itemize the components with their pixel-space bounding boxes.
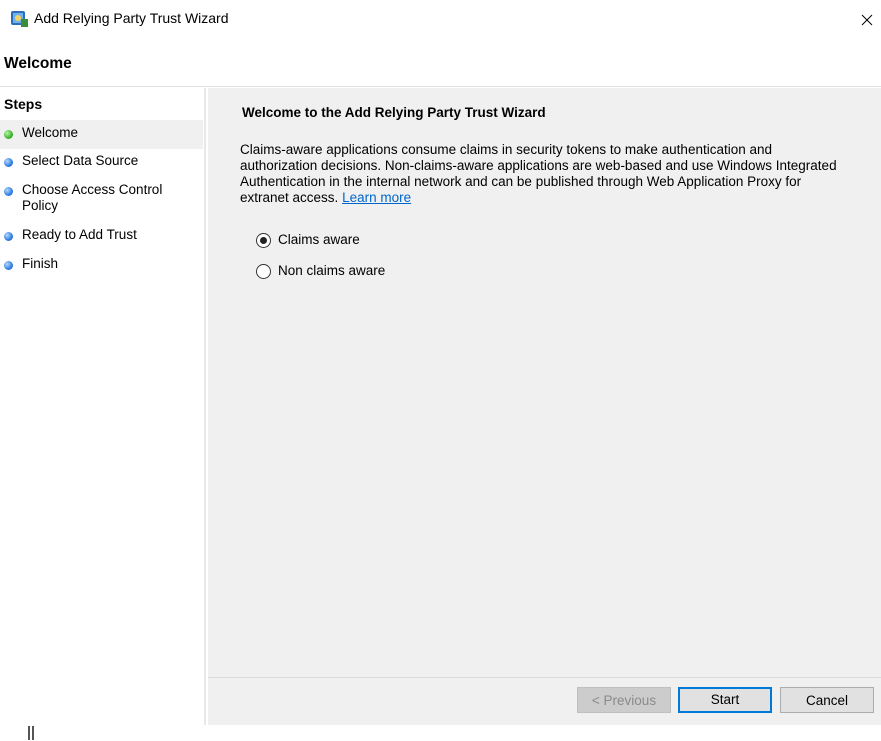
description-text: Claims-aware applications consume claims…	[240, 142, 837, 205]
window-title: Add Relying Party Trust Wizard	[34, 10, 229, 26]
resize-grip-icon	[28, 726, 30, 740]
close-button[interactable]	[853, 4, 881, 32]
title-bar: Add Relying Party Trust Wizard	[0, 0, 881, 36]
relying-party-trust-icon	[9, 8, 29, 28]
steps-title: Steps	[4, 96, 43, 112]
blue-dot-icon	[4, 158, 13, 167]
content-description: Claims-aware applications consume claims…	[240, 142, 840, 206]
green-dot-icon	[4, 130, 13, 139]
radio-unselected-icon	[256, 264, 271, 279]
radio-selected-icon	[256, 233, 271, 248]
non-claims-aware-radio[interactable]: Non claims aware	[256, 263, 406, 281]
wizard-footer: < Previous Start Cancel	[208, 677, 881, 726]
step-label: Ready to Add Trust	[22, 227, 137, 242]
step-label: Choose Access Control Policy	[22, 182, 163, 213]
radio-label: Claims aware	[278, 232, 360, 247]
content-pane: Welcome to the Add Relying Party Trust W…	[208, 88, 881, 677]
radio-label: Non claims aware	[278, 263, 386, 278]
step-welcome[interactable]: Welcome	[0, 120, 203, 149]
content-title: Welcome to the Add Relying Party Trust W…	[242, 105, 546, 120]
step-label: Finish	[22, 256, 59, 271]
bottom-strip	[0, 725, 881, 741]
blue-dot-icon	[4, 187, 13, 196]
step-label: Welcome	[22, 125, 79, 140]
learn-more-link[interactable]: Learn more	[342, 190, 411, 205]
claims-aware-radio[interactable]: Claims aware	[256, 232, 386, 250]
step-choose-access-control-policy[interactable]: Choose Access Control Policy	[0, 181, 203, 217]
step-finish[interactable]: Finish	[0, 255, 203, 279]
blue-dot-icon	[4, 261, 13, 270]
start-button[interactable]: Start	[678, 687, 772, 713]
resize-grip-icon	[32, 726, 34, 740]
blue-dot-icon	[4, 232, 13, 241]
step-label: Select Data Source	[22, 153, 139, 168]
step-select-data-source[interactable]: Select Data Source	[0, 152, 203, 176]
previous-button[interactable]: < Previous	[577, 687, 671, 713]
step-ready-to-add-trust[interactable]: Ready to Add Trust	[0, 226, 203, 250]
steps-pane: Steps Welcome Select Data Source Choose …	[0, 88, 206, 725]
page-title: Welcome	[4, 55, 72, 72]
cancel-button[interactable]: Cancel	[780, 687, 874, 713]
wizard-header: Welcome	[0, 36, 881, 87]
close-icon	[861, 14, 873, 26]
